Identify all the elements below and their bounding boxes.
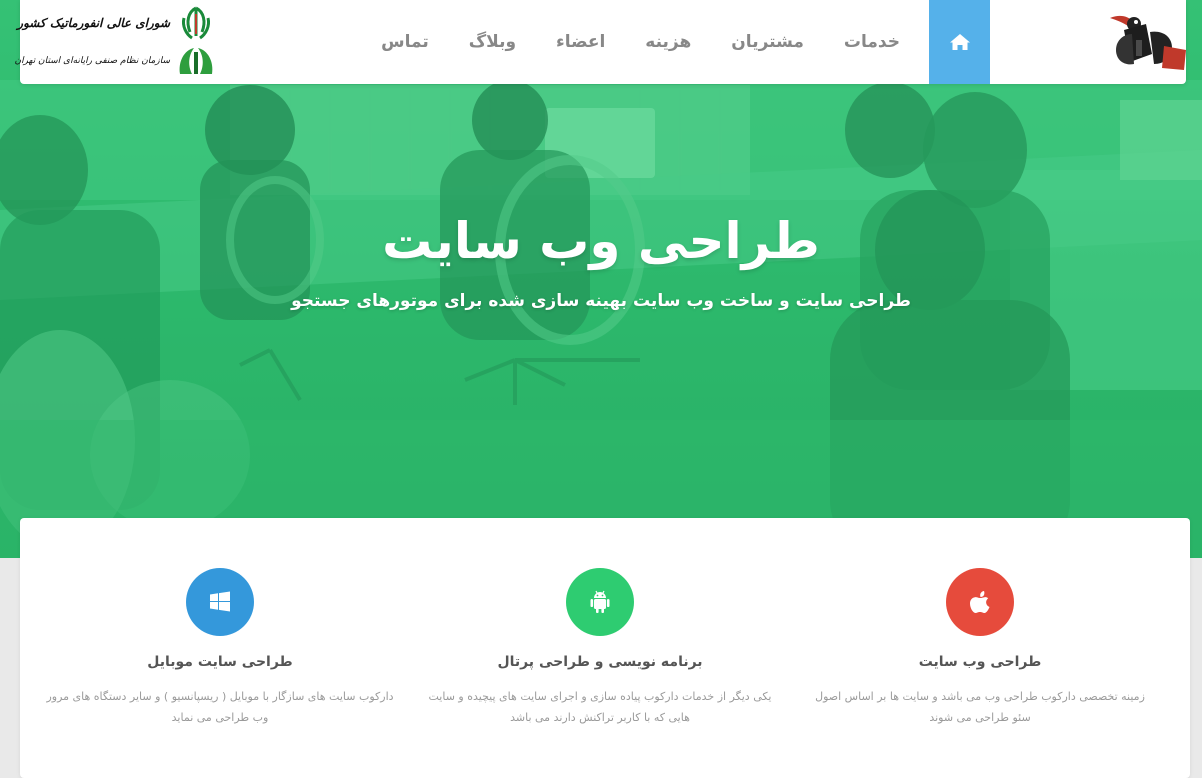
apple-icon (970, 591, 990, 613)
feature-title: طراحی وب سایت (918, 654, 1042, 670)
nezam-senfi-logo-icon (179, 48, 213, 74)
feature-icon-circle[interactable] (946, 568, 1014, 636)
darkoob-logo[interactable] (1106, 10, 1188, 74)
hero-title: طراحی وب سایت (382, 212, 820, 270)
partner-logos: شورای عالی انفورماتیک کشور سازمان نظام ص… (14, 4, 218, 78)
feature-portal-programming: برنامه نویسی و طراحی پرتال یکی دیگر از خ… (420, 518, 780, 728)
feature-description: دارکوب سایت های سازگار با موبایل ( ریسپا… (46, 690, 394, 724)
nav-item-pricing[interactable]: هزینه (625, 32, 711, 52)
feature-mobile-design: طراحی سایت موبایل دارکوب سایت های سازگار… (40, 518, 400, 728)
feature-web-design: طراحی وب سایت زمینه تخصصی دارکوب طراحی و… (800, 518, 1160, 728)
nav-item-blog[interactable]: وبلاگ (449, 32, 536, 52)
hero-subtitle: طراحی سایت و ساخت وب سایت بهینه سازی شده… (291, 291, 911, 311)
top-navbar: شورای عالی انفورماتیک کشور سازمان نظام ص… (14, 0, 1188, 84)
iran-emblem-icon (182, 6, 210, 40)
partner-line-2: سازمان نظام صنفی رایانه‌ای استان تهران (14, 56, 170, 66)
feature-description: زمینه تخصصی دارکوب طراحی وب می باشد و سا… (815, 690, 1145, 724)
feature-icon-circle[interactable] (186, 568, 254, 636)
main-menu: خدمات مشتریان هزینه اعضاء وبلاگ تماس (380, 0, 920, 84)
feature-title: برنامه نویسی و طراحی پرتال (497, 654, 703, 670)
features-panel: طراحی وب سایت زمینه تخصصی دارکوب طراحی و… (20, 518, 1190, 778)
nav-item-members[interactable]: اعضاء (536, 32, 625, 52)
nav-item-customers[interactable]: مشتریان (711, 32, 824, 52)
nav-item-contact[interactable]: تماس (361, 32, 449, 52)
feature-title: طراحی سایت موبایل (147, 654, 293, 670)
home-icon (949, 34, 970, 50)
feature-icon-circle[interactable] (566, 568, 634, 636)
windows-icon (210, 591, 230, 612)
feature-description: یکی دیگر از خدمات دارکوب پیاده سازی و اج… (428, 690, 772, 724)
android-icon (590, 590, 610, 613)
partner-line-1: شورای عالی انفورماتیک کشور (17, 16, 170, 30)
home-button[interactable] (929, 0, 990, 84)
nav-item-services[interactable]: خدمات (824, 32, 920, 52)
